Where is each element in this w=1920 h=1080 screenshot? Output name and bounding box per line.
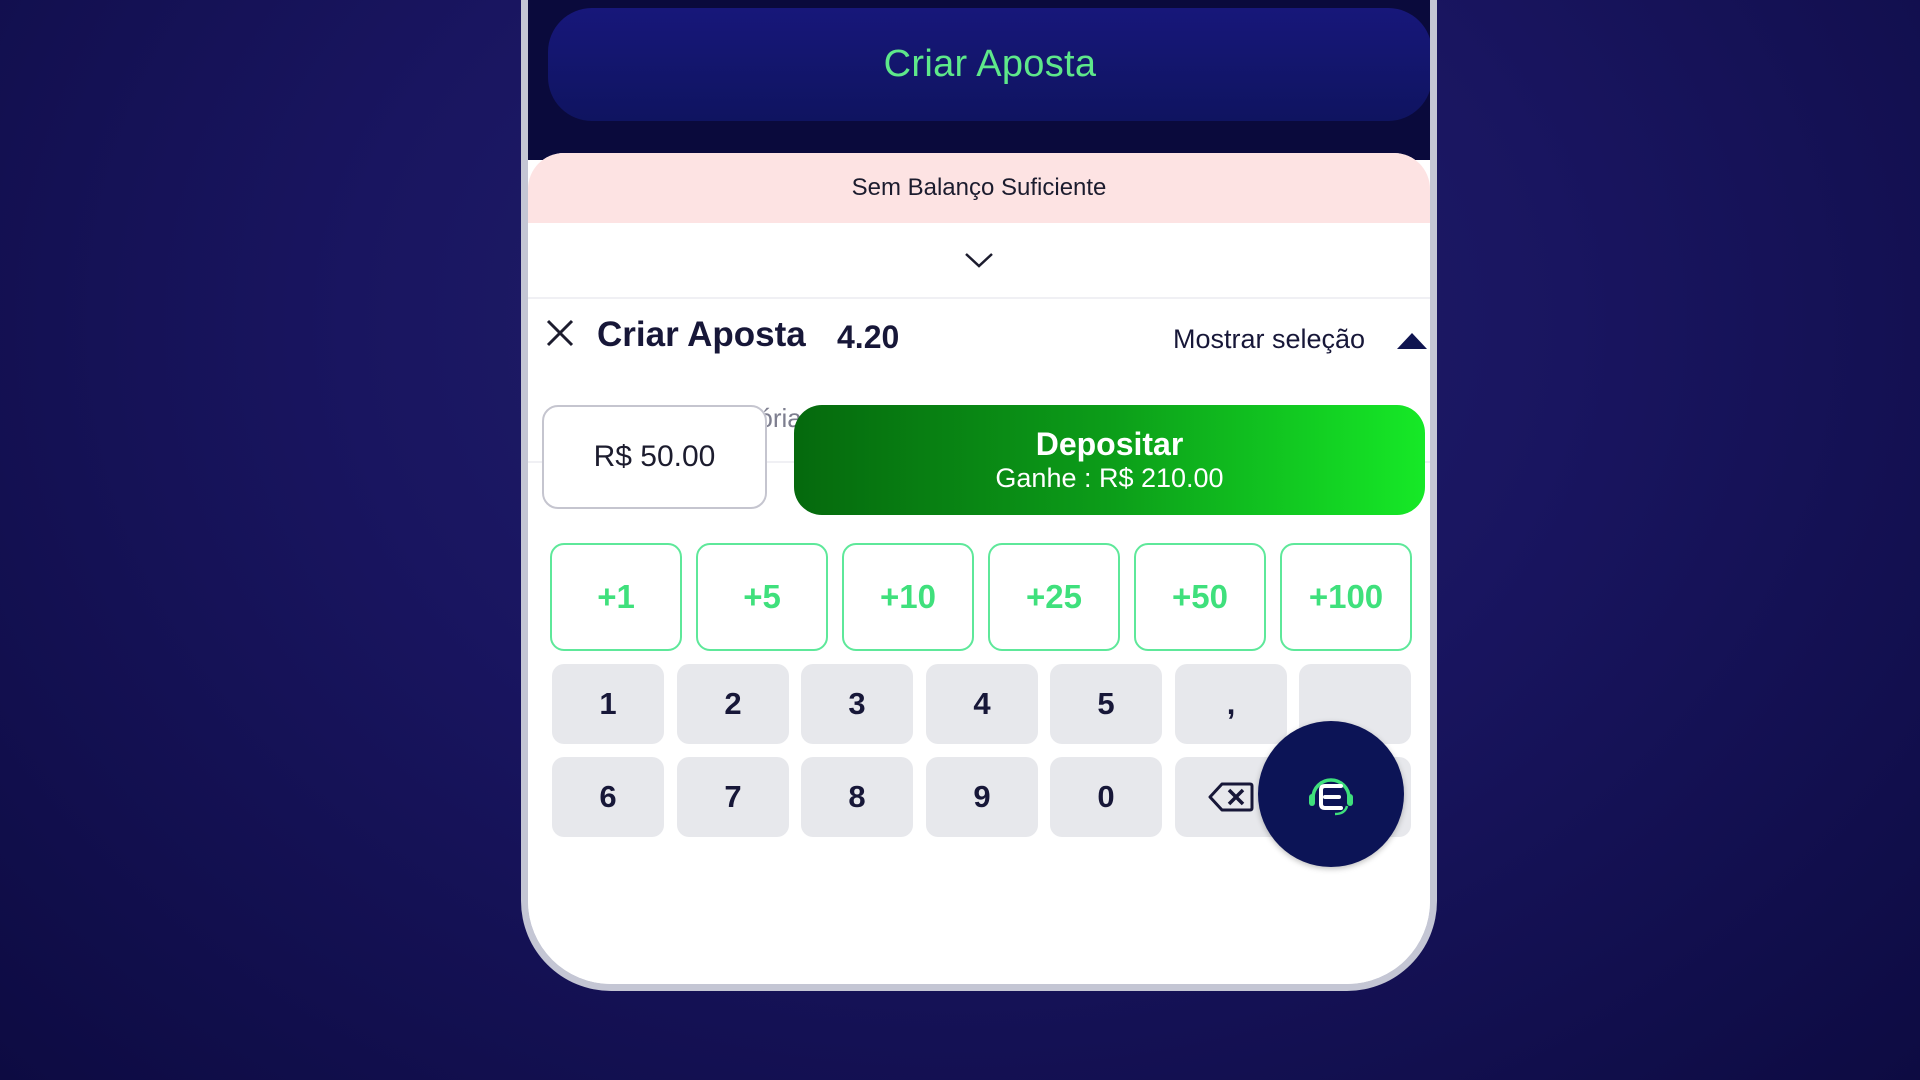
selection-odds: 4.20 (837, 319, 900, 355)
key-7[interactable]: 7 (677, 757, 789, 837)
betslip-sheet: Sem Balanço Suficiente Criar Aposta 4.20… (528, 153, 1430, 984)
key-9[interactable]: 9 (926, 757, 1038, 837)
insufficient-balance-text: Sem Balanço Suficiente (851, 174, 1107, 201)
close-icon[interactable] (542, 315, 578, 351)
deposit-label: Depositar (1035, 426, 1184, 462)
show-selection-link[interactable]: Mostrar seleção (1173, 324, 1365, 355)
key-0[interactable]: 0 (1050, 757, 1162, 837)
deposit-button[interactable]: Depositar Ganhe : R$ 210.00 (794, 405, 1425, 515)
key-3[interactable]: 3 (801, 664, 913, 744)
key-5[interactable]: 5 (1050, 664, 1162, 744)
collapse-betslip-button[interactable] (528, 223, 1430, 299)
triangle-up-icon[interactable] (1397, 333, 1427, 349)
key-6[interactable]: 6 (552, 757, 664, 837)
potential-win: Ganhe : R$ 210.00 (995, 463, 1224, 493)
quick-amount-10[interactable]: +10 (842, 543, 974, 651)
key-comma[interactable]: , (1175, 664, 1287, 744)
insufficient-balance-banner: Sem Balanço Suficiente (528, 153, 1430, 223)
top-area: Criar Aposta (528, 0, 1430, 160)
key-4[interactable]: 4 (926, 664, 1038, 744)
support-chat-icon (1309, 778, 1353, 816)
phone-frame: Criar Aposta Sem Balanço Suficiente Cria… (521, 0, 1437, 991)
quick-amount-25[interactable]: +25 (988, 543, 1120, 651)
key-2[interactable]: 2 (677, 664, 789, 744)
stake-value: R$ 50.00 (593, 440, 716, 473)
create-bet-button[interactable]: Criar Aposta (548, 8, 1430, 121)
quick-amount-100[interactable]: +100 (1280, 543, 1412, 651)
selection-title: Criar Aposta (597, 315, 806, 354)
stake-input[interactable]: R$ 50.00 (542, 405, 767, 509)
quick-amount-50[interactable]: +50 (1134, 543, 1266, 651)
backspace-icon (1208, 782, 1254, 812)
key-8[interactable]: 8 (801, 757, 913, 837)
quick-amount-5[interactable]: +5 (696, 543, 828, 651)
key-1[interactable]: 1 (552, 664, 664, 744)
quick-amount-1[interactable]: +1 (550, 543, 682, 651)
support-chat-button[interactable] (1258, 721, 1404, 867)
chevron-down-icon (965, 253, 993, 268)
